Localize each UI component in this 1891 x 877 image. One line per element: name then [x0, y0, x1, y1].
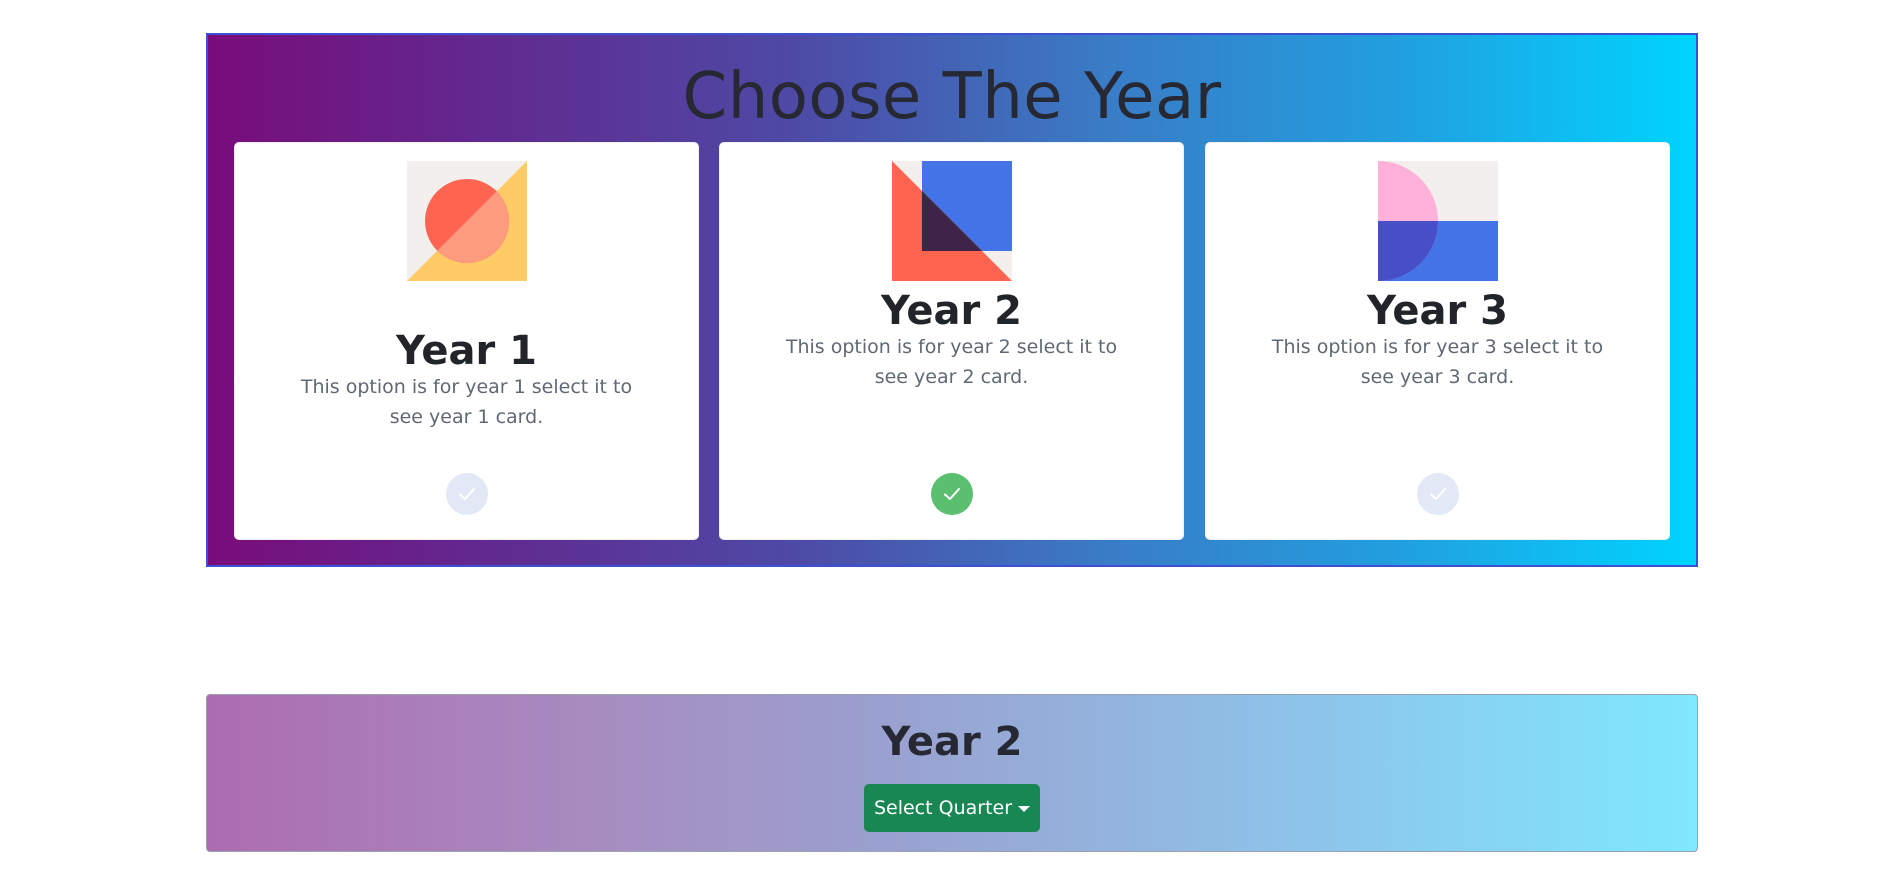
selected-year-title: Year 2 [881, 719, 1023, 765]
year-3-card-text: This option is for year 3 select it to s… [1271, 336, 1604, 388]
year-2-card[interactable]: Year 2 This option is for year 2 select … [719, 142, 1184, 540]
year-3-card-title: Year 3 [1367, 288, 1508, 334]
year-3-card[interactable]: Year 3 This option is for year 3 select … [1205, 142, 1670, 540]
halfcircle-rectangle-art-icon [1377, 161, 1498, 281]
year-2-card-title: Year 2 [881, 288, 1022, 334]
select-quarter-dropdown-button[interactable]: Select Quarter [864, 784, 1040, 832]
year-1-card-title: Year 1 [396, 328, 537, 374]
selected-year-panel: Year 2 Select Quarter [206, 694, 1698, 852]
year-1-card[interactable]: Year 1 This option is for year 1 select … [234, 142, 699, 540]
year-2-check-icon[interactable] [930, 473, 973, 515]
year-1-card-text: This option is for year 1 select it to s… [300, 376, 633, 428]
page-title: Choose The Year [682, 60, 1222, 134]
circle-triangle-art-icon [406, 161, 527, 281]
select-quarter-label: Select Quarter [873, 797, 1013, 819]
year-3-check-icon[interactable] [1416, 473, 1459, 515]
year-1-check-icon[interactable] [445, 473, 488, 515]
caret-down-icon [1018, 806, 1031, 812]
year-chooser-section: Choose The Year Year 1 This option is fo… [206, 33, 1698, 567]
square-triangle-art-icon [891, 161, 1012, 281]
year-2-card-text: This option is for year 2 select it to s… [785, 336, 1118, 388]
